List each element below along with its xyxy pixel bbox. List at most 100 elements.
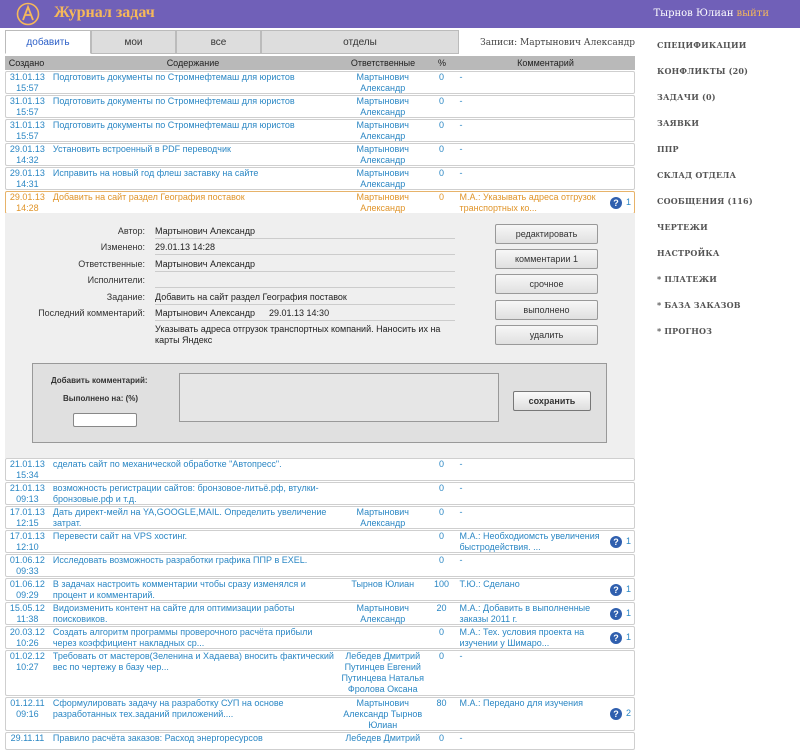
table-row[interactable]: 20.03.12 10:26 Создать алгоритм программы … [5, 626, 635, 649]
help-icon[interactable]: ? [610, 583, 622, 596]
sidebar-item[interactable]: СООБЩЕНИЯ (116) [657, 196, 797, 222]
comment-count[interactable]: 1 [626, 584, 631, 595]
row-task-link[interactable]: Исследовать возможность разработки графи… [49, 555, 338, 576]
table-row[interactable]: 31.01.13 15:57 Подготовить документы по Ст… [5, 119, 635, 142]
help-icon[interactable]: ? [610, 631, 622, 644]
comments-button[interactable]: комментарии 1 [495, 249, 598, 269]
row-date: 31.01.13 15:57 [6, 96, 49, 117]
table-row[interactable]: 01.12.11 09:16 Сформулировать задачу на ра… [5, 697, 635, 731]
logout-link[interactable]: выйти [737, 8, 769, 19]
save-button[interactable]: сохранить [513, 391, 591, 411]
table-row[interactable]: 31.01.13 15:57 Подготовить документы по Ст… [5, 95, 635, 118]
row-date: 01.12.11 09:16 [6, 698, 49, 730]
sidebar-item[interactable]: КОНФЛИКТЫ (20) [657, 66, 797, 92]
row-comment: - [459, 459, 463, 469]
add-comment-box: Добавить комментарий: Выполнено на: (%) … [32, 363, 607, 443]
done-percent-label: Выполнено на: (%) [63, 394, 139, 403]
row-task-link[interactable]: Требовать от мастеров(Зеленина и Хадаева… [49, 651, 338, 695]
comment-count[interactable]: 1 [626, 632, 631, 643]
edit-button[interactable]: редактировать [495, 224, 598, 244]
table-row[interactable]: 21.01.13 09:13 возможность регистрации сай… [5, 482, 635, 505]
sidebar-item[interactable]: ЗАЯВКИ [657, 118, 797, 144]
user-area: Тырнов Юлиан выйти [653, 8, 769, 19]
row-responsible: Тырнов Юлиан [351, 579, 415, 589]
table-row[interactable]: 01.02.12 10:27 Требовать от мастеров(Зелен… [5, 650, 635, 696]
tab-mine[interactable]: мои [91, 30, 176, 54]
row-task-link[interactable]: Подготовить документы по Стромнефтемаш д… [49, 72, 338, 93]
table-row[interactable]: 31.01.13 15:57 Подготовить документы по Ст… [5, 71, 635, 94]
row-responsible: Мартынович Александр [356, 603, 409, 624]
row-task-link[interactable]: Подготовить документы по Стромнефтемаш д… [49, 96, 338, 117]
label-executors: Исполнители: [87, 275, 145, 285]
comment-textarea[interactable] [179, 373, 499, 422]
sidebar-menu: СПЕЦИФИКАЦИИ КОНФЛИКТЫ (20) ЗАДАЧИ (0) ЗАЯВ… [657, 40, 797, 352]
row-task-link[interactable]: Правило расчёта заказов: Расход энергоре… [49, 733, 338, 749]
table-row[interactable]: 01.06.12 09:33 Исследовать возможность раз… [5, 554, 635, 577]
table-row[interactable]: 29.01.13 14:28 Добавить на сайт раздел Гео… [5, 191, 635, 214]
sidebar-item[interactable]: СПЕЦИФИКАЦИИ [657, 40, 797, 66]
sidebar-item[interactable]: СКЛАД ОТДЕЛА [657, 170, 797, 196]
row-date: 21.01.13 15:34 [6, 459, 49, 480]
row-percent: 0 [439, 627, 445, 637]
tab-departments[interactable]: отделы [261, 30, 459, 54]
sidebar-item[interactable]: НАСТРОЙКА [657, 248, 797, 274]
row-task-link[interactable]: Подготовить документы по Стромнефтемаш д… [49, 120, 338, 141]
row-task-link[interactable]: Перевести сайт на VPS хостинг. [49, 531, 338, 552]
done-percent-input[interactable] [73, 413, 137, 427]
row-task-link[interactable]: Исправить на новый год флеш заставку на … [49, 168, 338, 189]
delete-button[interactable]: удалить [495, 325, 598, 345]
done-button[interactable]: выполнено [495, 300, 598, 320]
table-row[interactable]: 01.06.12 09:29 В задачах настроить коммент… [5, 578, 635, 601]
table-row[interactable]: 15.05.12 11:38 Видоизменить контент на сай… [5, 602, 635, 625]
table-row[interactable]: 21.01.13 15:34 сделать сайт по механическо… [5, 458, 635, 481]
row-task-link[interactable]: Видоизменить контент на сайте для оптими… [49, 603, 338, 624]
sidebar-item[interactable]: ЧЕРТЕЖИ [657, 222, 797, 248]
row-date-day: 01.06.12 [9, 579, 45, 589]
row-task-link[interactable]: Создать алгоритм программы проверочного … [49, 627, 338, 648]
table-row[interactable]: 29.11.11 Правило расчёта заказов: Расход … [5, 732, 635, 750]
row-date-day: 01.02.12 [9, 651, 45, 661]
help-icon[interactable]: ? [610, 708, 622, 720]
table-row[interactable]: 29.01.13 14:31 Исправить на новый год флеш… [5, 167, 635, 190]
row-task-link[interactable]: возможность регистрации сайтов: бронзово… [49, 483, 338, 504]
row-task-link[interactable]: Сформулировать задачу на разработку СУП … [49, 698, 338, 730]
row-task-link[interactable]: Дать директ-мейл на YA,GOOGLE,MAIL. Опре… [49, 507, 338, 528]
row-task-link[interactable]: Установить встроенный в PDF переводчик [49, 144, 338, 165]
comment-count[interactable]: 1 [626, 608, 631, 619]
row-task-link[interactable]: Добавить на сайт раздел География постав… [49, 192, 338, 213]
help-icon[interactable]: ? [610, 607, 622, 620]
table-row[interactable]: 17.01.13 12:15 Дать директ-мейл на YA,GOOG… [5, 506, 635, 529]
sidebar-item[interactable]: ЗАДАЧИ (0) [657, 92, 797, 118]
urgent-button[interactable]: срочное [495, 274, 598, 294]
sidebar-item[interactable]: ППР [657, 144, 797, 170]
table-row[interactable]: 17.01.13 12:10 Перевести сайт на VPS хости… [5, 530, 635, 553]
row-task-link[interactable]: сделать сайт по механической обработке "… [49, 459, 338, 480]
table-row[interactable]: 29.01.13 14:32 Установить встроенный в PDF… [5, 143, 635, 166]
sidebar-item[interactable]: * ПРОГНОЗ [657, 326, 797, 352]
row-date: 29.01.13 14:32 [6, 144, 49, 165]
tab-all[interactable]: все [176, 30, 261, 54]
label-last-comment: Последний комментарий: [38, 308, 145, 318]
comment-count[interactable]: 2 [626, 708, 631, 719]
row-percent: 0 [439, 531, 445, 541]
row-time: 14:32 [16, 155, 39, 165]
help-icon[interactable]: ? [610, 196, 622, 209]
user-name: Тырнов Юлиан [653, 8, 734, 19]
row-date-day: 17.01.13 [9, 531, 45, 541]
row-comment: - [459, 120, 463, 130]
help-icon[interactable]: ? [610, 535, 622, 548]
row-task-link[interactable]: В задачах настроить комментарии чтобы ср… [49, 579, 338, 600]
row-date-day: 01.06.12 [9, 555, 45, 565]
comment-count[interactable]: 1 [626, 536, 631, 547]
sidebar-item[interactable]: * ПЛАТЕЖИ [657, 274, 797, 300]
row-date-day: 21.01.13 [9, 483, 45, 493]
comment-count[interactable]: 1 [626, 197, 631, 208]
row-date-day: 29.01.13 [9, 144, 45, 154]
tab-add[interactable]: добавить [5, 30, 91, 54]
row-responsible: Лебедев Дмитрий [345, 733, 421, 743]
table-header: Создано Содержание Ответственные % Комме… [5, 56, 635, 70]
row-date-day: 01.12.11 [10, 698, 45, 708]
sidebar-item[interactable]: * БАЗА ЗАКАЗОВ [657, 300, 797, 326]
row-time: 15:57 [16, 83, 39, 93]
row-date-day: 31.01.13 [9, 96, 45, 106]
